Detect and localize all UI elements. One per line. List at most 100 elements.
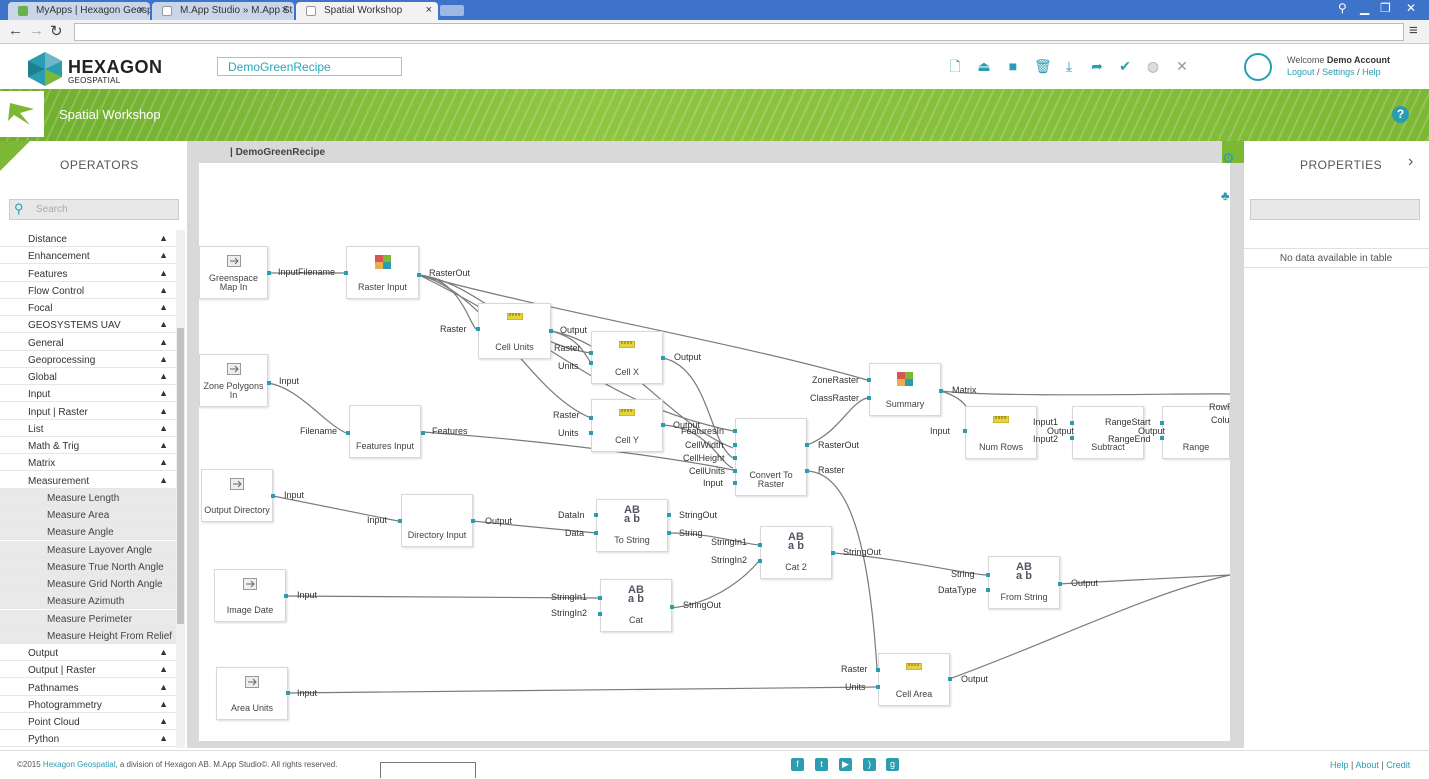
footer-credit-link[interactable]: Credit <box>1386 760 1410 770</box>
expand-arrow-icon[interactable]: ▲ <box>159 285 168 295</box>
expand-arrow-icon[interactable]: ▲ <box>159 319 168 329</box>
operator-category[interactable]: Output | Raster ▲ <box>0 661 176 679</box>
operator-category[interactable]: General ▲ <box>0 334 176 351</box>
operator-category[interactable]: Flow Control ▲ <box>0 282 176 299</box>
operator-category[interactable]: Enhancement ▲ <box>0 247 176 265</box>
scrollbar-thumb[interactable] <box>177 328 184 624</box>
expand-arrow-icon[interactable]: ▲ <box>159 406 168 416</box>
close-tab-icon[interactable]: × <box>138 4 144 16</box>
port-connector[interactable] <box>284 594 288 598</box>
user-icon[interactable]: ⚲ <box>1338 1 1347 15</box>
port-connector[interactable] <box>417 273 421 277</box>
node-cat2[interactable]: AB a b Cat 2 <box>760 526 832 579</box>
port-connector[interactable] <box>1058 582 1062 586</box>
back-icon[interactable]: ← <box>8 22 23 39</box>
company-link[interactable]: Hexagon Geospatial <box>43 760 116 769</box>
save-icon[interactable]: ■ <box>1005 58 1021 74</box>
node-range[interactable]: Range <box>1162 406 1230 459</box>
port-connector[interactable] <box>271 494 275 498</box>
expand-arrow-icon[interactable]: ▲ <box>159 423 168 433</box>
expand-arrow-icon[interactable]: ▲ <box>159 716 168 726</box>
operator-category[interactable]: Math & Trig ▲ <box>0 437 176 454</box>
chevron-right-icon[interactable]: › <box>1408 153 1413 171</box>
node-convert[interactable]: Convert To Raster <box>735 418 807 496</box>
operator-category[interactable]: Measurement ▲ <box>0 472 176 489</box>
window-close-icon[interactable]: ✕ <box>1406 1 1416 15</box>
port-connector[interactable] <box>758 559 762 563</box>
expand-arrow-icon[interactable]: ▲ <box>159 647 168 657</box>
node-cell-y[interactable]: Cell Y <box>591 399 663 452</box>
port-connector[interactable] <box>594 531 598 535</box>
node-from-string[interactable]: AB a b From String <box>988 556 1060 609</box>
port-connector[interactable] <box>476 327 480 331</box>
operator-subitem[interactable]: Measure Azimuth <box>0 592 176 610</box>
port-connector[interactable] <box>670 605 674 609</box>
port-connector[interactable] <box>549 329 553 333</box>
operator-category[interactable]: Focal ▲ <box>0 299 176 316</box>
help-link[interactable]: Help <box>1362 67 1381 77</box>
operator-category[interactable]: Pathnames ▲ <box>0 679 176 696</box>
port-connector[interactable] <box>421 431 425 435</box>
forward-icon[interactable]: → <box>29 22 44 39</box>
expand-arrow-icon[interactable]: ▲ <box>159 733 168 743</box>
expand-arrow-icon[interactable]: ▲ <box>159 354 168 364</box>
port-connector[interactable] <box>733 443 737 447</box>
expand-arrow-icon[interactable]: ▲ <box>159 250 168 260</box>
new-tab-button[interactable] <box>440 5 464 16</box>
operator-category[interactable]: Output ▲ <box>0 644 176 661</box>
node-image-date[interactable]: Image Date <box>214 569 286 622</box>
operator-category[interactable]: Photogrammetry ▲ <box>0 696 176 713</box>
port-connector[interactable] <box>286 691 290 695</box>
operator-search-input[interactable]: Search <box>9 199 179 220</box>
footer-help-link[interactable]: Help <box>1330 760 1349 770</box>
expand-arrow-icon[interactable]: ▲ <box>159 699 168 709</box>
node-cell-x[interactable]: Cell X <box>591 331 663 384</box>
expand-arrow-icon[interactable]: ▲ <box>159 371 168 381</box>
operator-category[interactable]: GEOSYSTEMS UAV ▲ <box>0 316 176 334</box>
node-greenspace[interactable]: Greenspace Map In <box>199 246 268 299</box>
restore-icon[interactable]: ❐ <box>1380 1 1391 15</box>
port-connector[interactable] <box>346 431 350 435</box>
port-connector[interactable] <box>1160 421 1164 425</box>
port-connector[interactable] <box>867 378 871 382</box>
port-connector[interactable] <box>594 513 598 517</box>
operator-category[interactable]: List ▲ <box>0 420 176 437</box>
rss-icon[interactable]: ) <box>863 758 876 771</box>
operator-subitem[interactable]: Measure Grid North Angle <box>0 575 176 592</box>
youtube-icon[interactable]: ▶ <box>839 758 852 771</box>
port-connector[interactable] <box>667 531 671 535</box>
operator-subitem[interactable]: Measure True North Angle <box>0 557 176 575</box>
expand-arrow-icon[interactable]: ▲ <box>159 682 168 692</box>
expand-arrow-icon[interactable]: ▲ <box>159 475 168 485</box>
port-connector[interactable] <box>598 596 602 600</box>
node-area-units[interactable]: Area Units <box>216 667 288 720</box>
hierarchy-icon[interactable]: ♣ <box>1221 188 1230 203</box>
port-connector[interactable] <box>805 443 809 447</box>
port-connector[interactable] <box>1070 421 1074 425</box>
port-connector[interactable] <box>733 469 737 473</box>
port-connector[interactable] <box>733 456 737 460</box>
operator-category[interactable]: Input | Raster ▲ <box>0 403 176 420</box>
port-connector[interactable] <box>831 551 835 555</box>
close-tab-icon[interactable]: × <box>282 4 288 16</box>
operator-subitem[interactable]: Measure Angle <box>0 523 176 541</box>
footer-about-link[interactable]: About <box>1355 760 1379 770</box>
port-connector[interactable] <box>598 612 602 616</box>
operator-category[interactable]: Global ▲ <box>0 368 176 385</box>
operator-category[interactable]: Features ▲ <box>0 265 176 282</box>
node-cell-area[interactable]: Cell Area <box>878 653 950 706</box>
expand-arrow-icon[interactable]: ▲ <box>159 233 168 243</box>
help-icon[interactable]: ? <box>1392 106 1409 123</box>
properties-search-input[interactable] <box>1250 199 1420 220</box>
operator-subitem[interactable]: Measure Layover Angle <box>0 540 176 558</box>
node-to-string[interactable]: AB a b To String <box>596 499 668 552</box>
port-connector[interactable] <box>986 573 990 577</box>
port-connector[interactable] <box>344 271 348 275</box>
operator-category[interactable]: Geoprocessing ▲ <box>0 351 176 368</box>
node-raster-input[interactable]: Raster Input <box>346 246 419 299</box>
browser-tab-mapp-studio[interactable]: M.App Studio » M.App St × <box>152 2 294 20</box>
close-tab-icon[interactable]: × <box>426 4 432 16</box>
port-connector[interactable] <box>876 668 880 672</box>
port-connector[interactable] <box>733 429 737 433</box>
close-icon[interactable]: ✕ <box>1174 58 1190 74</box>
